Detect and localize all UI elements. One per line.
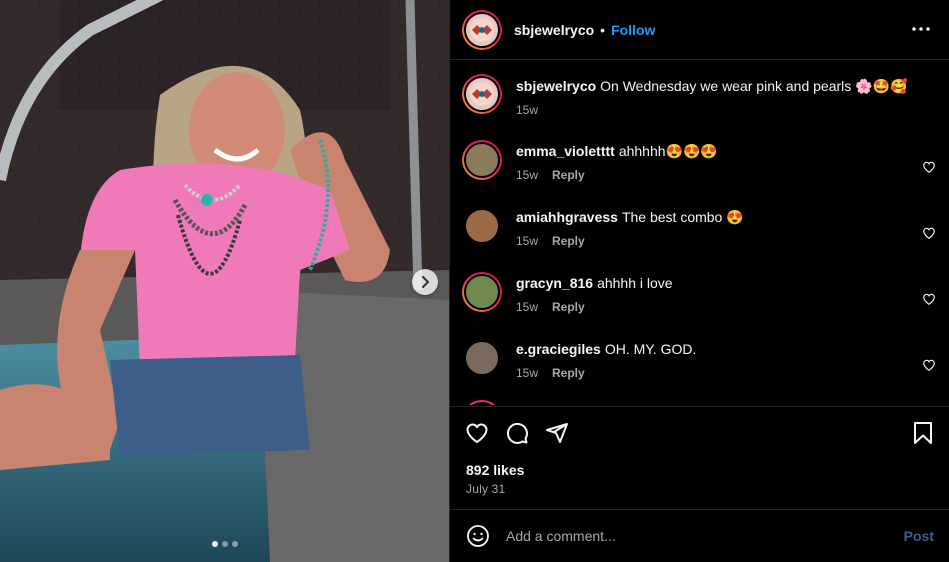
more-options-button[interactable] xyxy=(912,20,930,38)
comment-text: On Wednesday we wear pink and pearls 🌸🤩🥰 xyxy=(600,78,908,94)
author-avatar[interactable] xyxy=(462,9,502,50)
reply-button[interactable]: Reply xyxy=(552,234,585,248)
like-comment-heart-icon[interactable] xyxy=(922,358,936,372)
post-header: sbjewelryco • Follow xyxy=(450,0,949,60)
carousel-next-button[interactable] xyxy=(412,269,438,295)
comment-text: The best combo 😍 xyxy=(621,209,744,225)
like-comment-heart-icon[interactable] xyxy=(922,226,936,240)
avatar[interactable] xyxy=(462,74,502,114)
more-icon xyxy=(912,27,930,31)
share-button[interactable] xyxy=(544,420,570,446)
separator-dot: • xyxy=(600,21,606,38)
avatar[interactable] xyxy=(462,272,502,312)
brand-logo xyxy=(470,17,494,42)
avatar[interactable] xyxy=(462,400,502,405)
caption-row: sbjewelryco On Wednesday we wear pink and… xyxy=(462,74,938,117)
avatar[interactable] xyxy=(462,140,502,180)
post-date[interactable]: July 31 xyxy=(466,482,505,496)
post-photo xyxy=(0,0,449,562)
post-media[interactable] xyxy=(0,0,449,562)
reply-button[interactable]: Reply xyxy=(552,168,585,182)
comment-row: amiahhgravess The best combo 😍 15w Reply xyxy=(462,206,938,248)
comment-username[interactable]: emma_violetttt xyxy=(516,143,615,159)
likes-count[interactable]: 892 likes xyxy=(466,462,524,478)
reply-button[interactable]: Reply xyxy=(552,300,585,314)
post-details-panel: sbjewelryco • Follow sbjewelryco On Wedn… xyxy=(449,0,949,562)
post-actions: 892 likes July 31 xyxy=(450,406,949,509)
comment-username[interactable]: e.graciegiles xyxy=(516,341,601,357)
share-icon xyxy=(546,423,568,443)
comment-button[interactable] xyxy=(504,420,530,446)
carousel-indicator xyxy=(212,541,238,547)
comment-text: ahhhhh😍😍😍 xyxy=(618,143,718,159)
author-username[interactable]: sbjewelryco xyxy=(514,22,594,38)
comment-row: e.graciegiles OH. MY. GOD. 15w Reply xyxy=(462,338,938,380)
comment-time[interactable]: 15w xyxy=(516,103,538,117)
brand-logo xyxy=(470,82,494,106)
comment-row: gracyn_816 ahhhh i love 15w Reply xyxy=(462,272,938,314)
avatar[interactable] xyxy=(462,206,502,246)
comment-time[interactable]: 15w xyxy=(516,168,538,182)
emoji-icon[interactable] xyxy=(466,524,490,548)
chevron-right-icon xyxy=(422,276,429,288)
reply-button[interactable]: Reply xyxy=(552,366,585,380)
comment-time[interactable]: 15w xyxy=(516,300,538,314)
like-comment-heart-icon[interactable] xyxy=(922,292,936,306)
like-comment-heart-icon[interactable] xyxy=(922,160,936,174)
follow-button[interactable]: Follow xyxy=(611,22,655,38)
comment-row: emma_violetttt ahhhhh😍😍😍 15w Reply xyxy=(462,140,938,182)
comment-time[interactable]: 15w xyxy=(516,234,538,248)
comment-text: ahhhh i love xyxy=(597,275,673,291)
like-button[interactable] xyxy=(464,420,490,446)
comment-input[interactable] xyxy=(506,525,886,547)
avatar[interactable] xyxy=(462,338,502,378)
save-button[interactable] xyxy=(910,420,936,446)
comment-username[interactable]: amiahhgravess xyxy=(516,209,618,225)
comment-time[interactable]: 15w xyxy=(516,366,538,380)
post-comment-button[interactable]: Post xyxy=(904,528,934,544)
comment-username[interactable]: gracyn_816 xyxy=(516,275,593,291)
bookmark-icon xyxy=(914,422,932,444)
carousel-dot xyxy=(222,541,228,547)
carousel-dot xyxy=(212,541,218,547)
comment-icon xyxy=(506,422,528,444)
heart-icon xyxy=(466,423,488,443)
comment-composer: Post xyxy=(450,509,949,562)
comments-list[interactable]: sbjewelryco On Wednesday we wear pink and… xyxy=(450,61,949,405)
comment-text: OH. MY. GOD. xyxy=(604,341,697,357)
comment-username[interactable]: sbjewelryco xyxy=(516,78,596,94)
carousel-dot xyxy=(232,541,238,547)
